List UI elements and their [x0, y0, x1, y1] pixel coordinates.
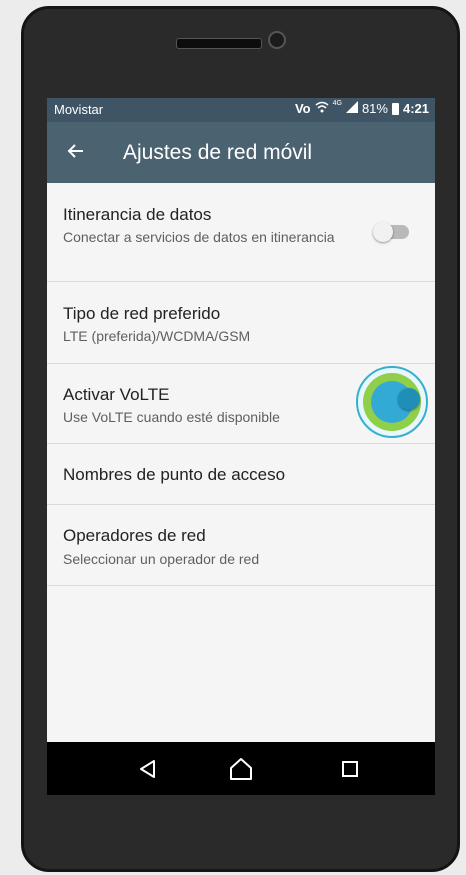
front-camera — [268, 31, 286, 49]
volte-toggle[interactable] — [356, 366, 428, 438]
back-triangle-icon[interactable] — [135, 756, 161, 782]
setting-title: Nombres de punto de acceso — [63, 465, 286, 484]
battery-icon — [391, 102, 399, 115]
status-bar: Movistar Vo 4G 81% 4:21 — [47, 98, 435, 122]
navigation-bar — [47, 742, 435, 795]
volte-indicator: Vo — [294, 101, 311, 116]
setting-subtitle: LTE (preferida)/WCDMA/GSM — [63, 328, 251, 344]
recents-icon[interactable] — [337, 756, 363, 782]
page-title: Ajustes de red móvil — [123, 141, 313, 164]
battery-percent: 81% — [361, 101, 388, 116]
carrier-name: Movistar — [54, 102, 104, 117]
setting-title: Tipo de red preferido — [63, 304, 221, 323]
speaker-grille — [176, 38, 262, 49]
arrow-back-icon[interactable] — [61, 136, 91, 166]
toggle-thumb — [398, 388, 420, 410]
setting-network-operators[interactable]: Operadores de red Seleccionar un operado… — [47, 505, 435, 586]
setting-subtitle: Seleccionar un operador de red — [63, 551, 260, 567]
setting-title: Operadores de red — [63, 526, 206, 545]
setting-data-roaming[interactable]: Itinerancia de datos Conectar a servicio… — [47, 183, 435, 282]
setting-title: Itinerancia de datos — [63, 205, 212, 224]
roaming-toggle[interactable] — [373, 222, 409, 242]
setting-preferred-network[interactable]: Tipo de red preferido LTE (preferida)/WC… — [47, 282, 435, 364]
setting-title: Activar VoLTE — [63, 385, 170, 404]
status-icons: Vo 4G 81% 4:21 — [294, 100, 429, 116]
setting-subtitle: Use VoLTE cuando esté disponible — [63, 409, 280, 425]
setting-subtitle: Conectar a servicios de datos en itinera… — [63, 229, 335, 245]
signal-icon — [345, 101, 358, 116]
clock: 4:21 — [402, 101, 429, 116]
app-bar: Ajustes de red móvil — [47, 122, 435, 183]
wifi-calling-icon — [315, 101, 329, 116]
setting-access-point-names[interactable]: Nombres de punto de acceso — [47, 444, 435, 505]
phone-screen: Movistar Vo 4G 81% 4:21 Ajustes de red m… — [47, 98, 435, 795]
home-icon[interactable] — [228, 756, 254, 782]
toggle-thumb — [373, 222, 393, 242]
network-type: 4G — [332, 100, 342, 107]
